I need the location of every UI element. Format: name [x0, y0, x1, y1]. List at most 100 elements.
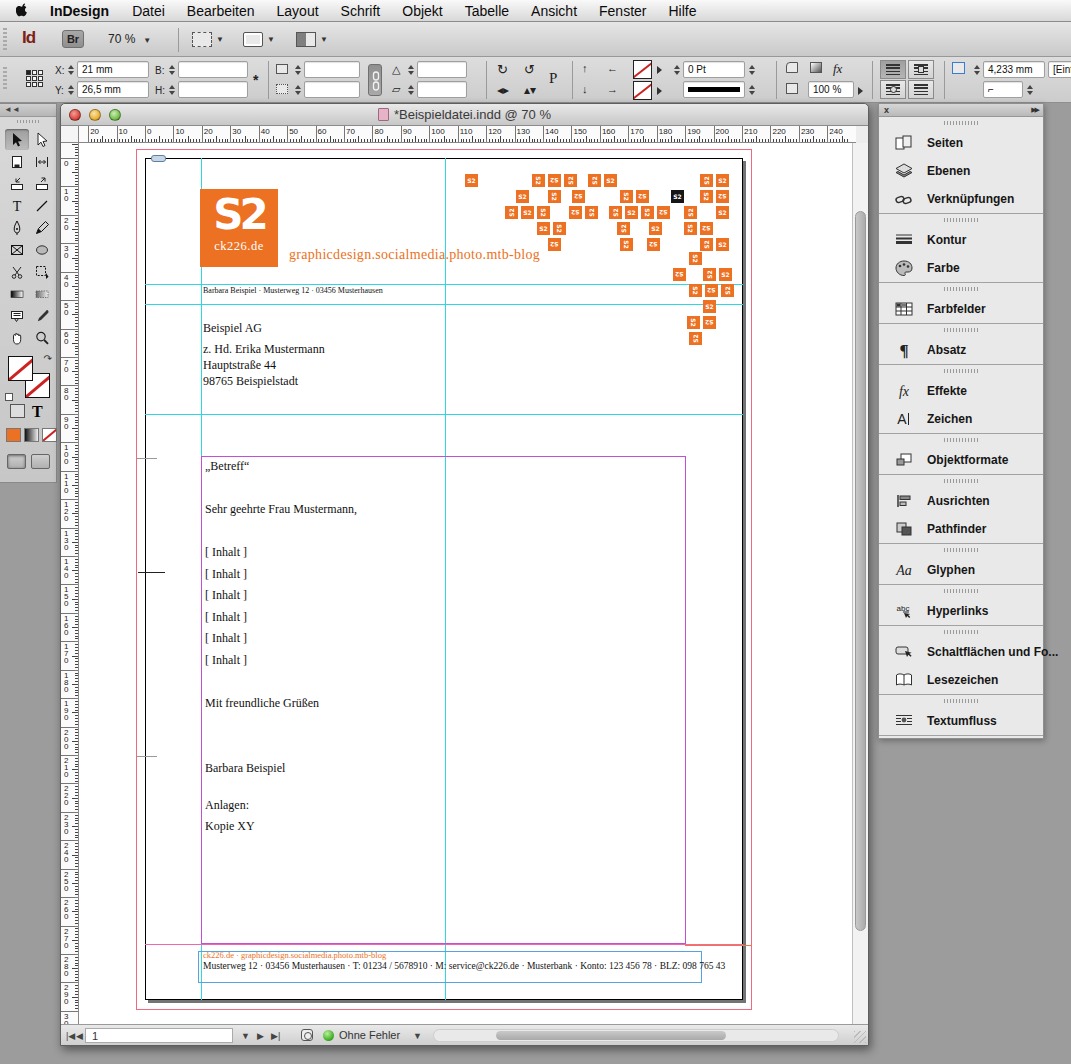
dock-item-bookmarks[interactable]: Lesezeichen	[879, 666, 1043, 694]
fill-swatch[interactable]	[633, 81, 652, 100]
normal-mode-button[interactable]	[7, 454, 26, 469]
vertical-scrollbar[interactable]	[852, 143, 868, 1026]
b-stepper[interactable]	[167, 61, 176, 78]
fill-swatch-arrow[interactable]	[657, 87, 662, 95]
drop-shadow-icon[interactable]	[786, 83, 798, 96]
select-next-icon[interactable]: →	[607, 83, 618, 95]
note-tool[interactable]	[5, 305, 29, 326]
page-number-field[interactable]: 1	[85, 1028, 233, 1043]
rotate-field[interactable]	[417, 81, 467, 98]
zoom-level-dropdown[interactable]: 70 %▼	[108, 32, 151, 46]
rect-frame-tool[interactable]	[5, 239, 29, 260]
horizontal-scrollbar-thumb[interactable]	[496, 1031, 726, 1040]
content-placer-tool[interactable]	[30, 173, 54, 194]
dock-item-swatches[interactable]: Farbfelder	[879, 295, 1043, 323]
x-stepper[interactable]	[66, 61, 75, 78]
effects-fx-icon[interactable]: fx	[833, 61, 842, 77]
frame-fitting-icon[interactable]	[952, 62, 965, 76]
first-page-button[interactable]: |◀	[66, 1031, 75, 1041]
apply-gradient-button[interactable]	[24, 428, 39, 442]
dock-item-hyperlinks[interactable]: abcHyperlinks	[879, 597, 1043, 625]
scale-x-field[interactable]	[304, 61, 360, 78]
constrain-scale-link[interactable]	[368, 64, 382, 96]
line-tool[interactable]	[30, 195, 54, 216]
stroke-weight-field[interactable]: 0 Pt	[683, 61, 745, 78]
opacity-field[interactable]: 100 %	[808, 81, 854, 98]
dock-expand-icon[interactable]: ▶▶	[1031, 106, 1038, 114]
select-content-icon[interactable]: ↓	[582, 83, 588, 95]
window-titlebar[interactable]: *Beispieldatei.indd @ 70 %	[61, 104, 868, 126]
pencil-tool[interactable]	[30, 217, 54, 238]
flip-vertical-icon[interactable]: ▴▾	[524, 83, 536, 97]
last-page-button[interactable]: ▶|	[271, 1031, 280, 1041]
ellipse-tool[interactable]	[30, 239, 54, 260]
select-container-icon[interactable]: ↑	[582, 62, 588, 74]
effects-gradient-icon[interactable]	[810, 62, 822, 75]
screen-mode-dropdown[interactable]: ▼	[243, 30, 275, 49]
resize-grip[interactable]	[854, 1031, 866, 1043]
palette-collapse[interactable]: ◄◄	[0, 104, 56, 117]
eyedropper-tool[interactable]	[30, 305, 54, 326]
bridge-button[interactable]: Br	[62, 30, 84, 48]
select-prev-icon[interactable]: ←	[607, 62, 618, 74]
menu-schrift[interactable]: Schrift	[330, 3, 392, 19]
swap-fill-stroke-icon[interactable]: ↷	[44, 353, 52, 364]
textwrap-none-button[interactable]	[880, 60, 906, 79]
menu-tabelle[interactable]: Tabelle	[454, 3, 520, 19]
gap-tool[interactable]	[30, 151, 54, 172]
rotate-cw-icon[interactable]: ↻	[497, 62, 508, 77]
apply-color-button[interactable]	[6, 428, 21, 442]
menu-ansicht[interactable]: Ansicht	[520, 3, 588, 19]
dock-item-color[interactable]: Farbe	[879, 254, 1043, 282]
scale-y-field[interactable]	[304, 81, 360, 98]
dock-item-glyphs[interactable]: AaGlyphen	[879, 556, 1043, 584]
selection-tool[interactable]	[5, 129, 29, 150]
hand-tool[interactable]	[5, 327, 29, 348]
direct-selection-tool[interactable]	[30, 129, 54, 150]
textwrap-object-button[interactable]	[880, 80, 906, 99]
free-transform-tool[interactable]	[30, 261, 54, 282]
textwrap-jump-button[interactable]	[908, 80, 934, 99]
fill-proxy[interactable]	[8, 356, 33, 381]
reference-point-proxy[interactable]	[26, 70, 46, 90]
scissors-tool[interactable]	[5, 261, 29, 282]
dock-item-character[interactable]: AZeichen	[879, 405, 1043, 433]
h-stepper[interactable]	[167, 81, 176, 98]
pen-tool[interactable]	[5, 217, 29, 238]
menu-fenster[interactable]: Fenster	[588, 3, 657, 19]
rotate-ccw-icon[interactable]: ↺	[524, 62, 535, 77]
gradient-tool[interactable]	[5, 283, 29, 304]
dock-item-paragraph[interactable]: ¶Absatz	[879, 336, 1043, 364]
object-style-dropdown[interactable]: [Einfach	[1048, 61, 1071, 78]
preflight-menu-icon[interactable]	[301, 1029, 313, 1041]
dock-item-effects[interactable]: fxEffekte	[879, 377, 1043, 405]
apply-none-button[interactable]	[42, 428, 57, 442]
dock-item-buttons[interactable]: Schaltflächen und Fo...	[879, 638, 1043, 666]
stroke-style-dropdown[interactable]	[683, 81, 745, 98]
menu-objekt[interactable]: Objekt	[391, 3, 453, 19]
formatting-container-button[interactable]	[10, 404, 25, 418]
flip-horizontal-icon[interactable]: ◂▸	[497, 83, 509, 97]
x-field[interactable]: 21 mm	[77, 61, 149, 78]
dock-item-pathfinder[interactable]: Pathfinder	[879, 515, 1043, 543]
corner-options-icon[interactable]	[786, 62, 798, 75]
apple-icon[interactable]	[16, 3, 29, 18]
b-field[interactable]	[178, 61, 248, 78]
dock-item-layers[interactable]: Ebenen	[879, 157, 1043, 185]
formatting-text-button[interactable]: T	[32, 403, 43, 421]
arrange-documents-dropdown[interactable]: ▼	[296, 30, 328, 49]
dock-close-icon[interactable]: x	[884, 105, 889, 115]
shear-field[interactable]	[417, 61, 467, 78]
constrain-dimensions-icon[interactable]: *	[253, 72, 258, 88]
next-page-button[interactable]: ▶	[257, 1031, 264, 1041]
dock-item-stroke[interactable]: Kontur	[879, 226, 1043, 254]
page-dropdown[interactable]: ▼	[241, 1031, 250, 1041]
menu-hilfe[interactable]: Hilfe	[658, 3, 708, 19]
ruler-origin[interactable]	[61, 126, 79, 143]
view-options-dropdown[interactable]: ▼	[192, 30, 224, 49]
guide-horizontal-1[interactable]	[145, 284, 743, 285]
dock-item-pages[interactable]: Seiten	[879, 129, 1043, 157]
zoom-tool[interactable]	[30, 327, 54, 348]
menu-datei[interactable]: Datei	[121, 3, 176, 19]
gradient-feather-tool[interactable]	[30, 283, 54, 304]
